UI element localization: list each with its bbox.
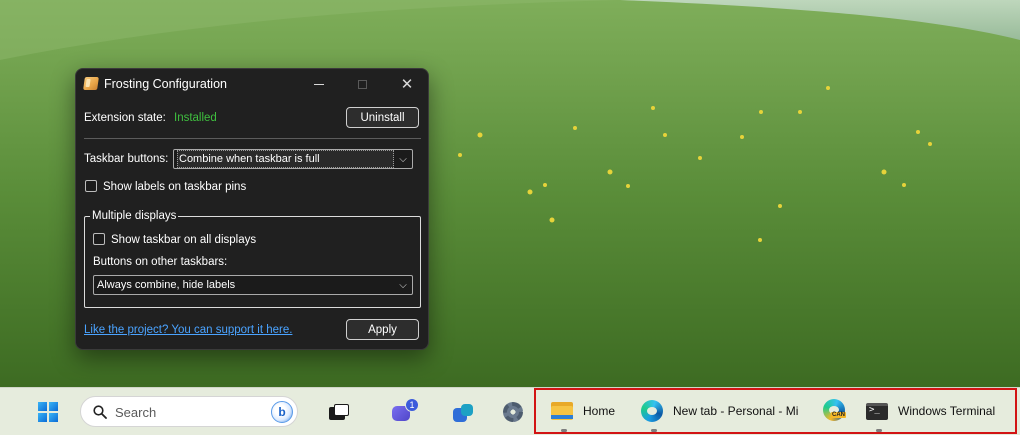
maximize-icon [357,79,367,89]
multiple-displays-legend: Multiple displays [90,210,179,222]
task-view-icon [329,404,349,420]
minimize-button[interactable] [304,73,334,95]
taskbar-buttons-dropdown[interactable]: Combine when taskbar is full ⌵ [173,149,413,169]
apply-button[interactable]: Apply [346,319,419,340]
highlight-annotation [534,388,1017,434]
notification-badge: 1 [405,398,419,412]
other-taskbars-label: Buttons on other taskbars: [93,256,228,268]
taskbar-buttons-value: Combine when taskbar is full [177,150,394,168]
minimize-icon [314,83,324,85]
support-link[interactable]: Like the project? You can support it her… [84,324,292,336]
chat-button[interactable]: 1 [386,388,420,435]
close-button[interactable]: ✕ [392,73,422,95]
close-icon: ✕ [400,76,414,93]
extension-state-label: Extension state: [84,112,166,124]
people-icon [451,402,475,422]
search-icon [93,405,107,419]
show-labels-checkbox[interactable] [85,180,97,192]
gear-icon [503,402,523,422]
start-button[interactable] [28,388,68,435]
task-view-button[interactable] [322,388,356,435]
frosting-app-icon [83,77,99,90]
other-taskbars-value: Always combine, hide labels [97,279,236,291]
chat-icon: 1 [392,398,419,422]
windows-logo-icon [38,402,58,422]
apply-button-label: Apply [368,323,397,336]
show-all-displays-label: Show taskbar on all displays [111,234,257,246]
chevron-down-icon: ⌵ [399,153,407,165]
extension-state-value: Installed [174,112,217,124]
maximize-button[interactable] [347,73,377,95]
show-all-displays-checkbox[interactable] [93,233,105,245]
search-placeholder: Search [115,405,157,420]
window-title: Frosting Configuration [104,77,227,91]
show-labels-label: Show labels on taskbar pins [103,181,247,193]
uninstall-button-label: Uninstall [360,111,405,124]
people-button[interactable] [446,388,480,435]
bing-icon[interactable]: b [271,401,293,423]
other-taskbars-dropdown[interactable]: Always combine, hide labels ⌵ [93,275,413,295]
divider [84,138,421,139]
chevron-down-icon: ⌵ [399,279,407,291]
settings-button[interactable] [496,388,530,435]
taskbar-buttons-label: Taskbar buttons: [84,153,169,165]
title-bar[interactable]: Frosting Configuration ✕ [76,69,428,99]
frosting-configuration-window: Frosting Configuration ✕ Extension state… [75,68,429,350]
search-box[interactable]: Search b [80,396,298,427]
uninstall-button[interactable]: Uninstall [346,107,419,128]
